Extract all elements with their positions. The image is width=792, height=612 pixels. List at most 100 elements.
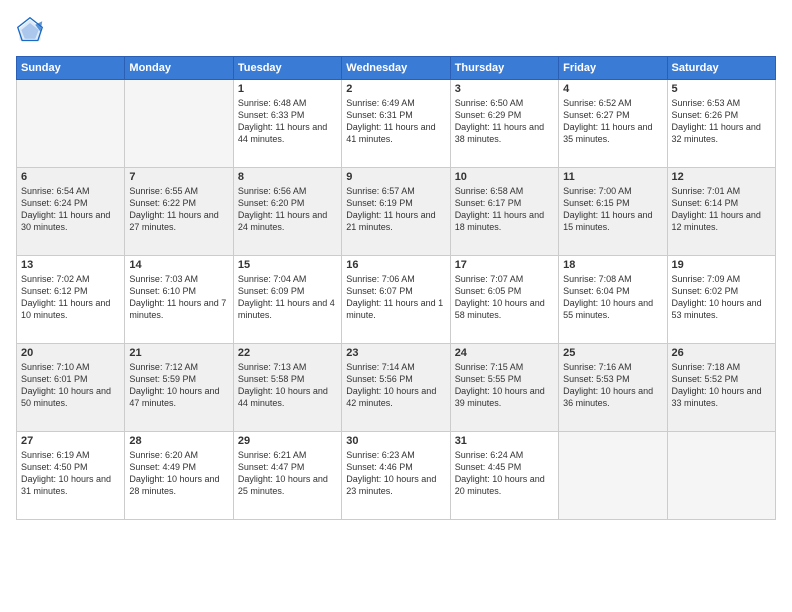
calendar-cell: 22 Sunrise: 7:13 AM Sunset: 5:58 PM Dayli… xyxy=(233,344,341,432)
day-info: Sunrise: 6:55 AM Sunset: 6:22 PM Dayligh… xyxy=(129,185,228,234)
day-info: Sunrise: 6:19 AM Sunset: 4:50 PM Dayligh… xyxy=(21,449,120,498)
calendar-cell: 17 Sunrise: 7:07 AM Sunset: 6:05 PM Dayli… xyxy=(450,256,558,344)
calendar-cell: 15Sunrise: 7:04 AM Sunset: 6:09 PM Dayli… xyxy=(233,256,341,344)
calendar-cell: 24 Sunrise: 7:15 AM Sunset: 5:55 PM Dayli… xyxy=(450,344,558,432)
day-info: Sunrise: 7:08 AM Sunset: 6:04 PM Dayligh… xyxy=(563,273,662,322)
day-number: 8 xyxy=(238,171,337,183)
calendar-cell: 8 Sunrise: 6:56 AM Sunset: 6:20 PM Daylig… xyxy=(233,168,341,256)
day-info: Sunrise: 7:09 AM Sunset: 6:02 PM Dayligh… xyxy=(672,273,771,322)
day-number: 9 xyxy=(346,171,445,183)
calendar-cell: 7 Sunrise: 6:55 AM Sunset: 6:22 PM Daylig… xyxy=(125,168,233,256)
calendar-week-row: 13 Sunrise: 7:02 AM Sunset: 6:12 PM Dayli… xyxy=(17,256,776,344)
calendar-cell: 6 Sunrise: 6:54 AM Sunset: 6:24 PM Daylig… xyxy=(17,168,125,256)
day-info: Sunrise: 7:13 AM Sunset: 5:58 PM Dayligh… xyxy=(238,361,337,410)
calendar-cell: 12 Sunrise: 7:01 AM Sunset: 6:14 PM Dayli… xyxy=(667,168,775,256)
day-number: 4 xyxy=(563,83,662,95)
day-info: Sunrise: 6:52 AM Sunset: 6:27 PM Dayligh… xyxy=(563,97,662,146)
calendar-cell: 10Sunrise: 6:58 AM Sunset: 6:17 PM Dayli… xyxy=(450,168,558,256)
day-info: Sunrise: 6:56 AM Sunset: 6:20 PM Dayligh… xyxy=(238,185,337,234)
day-info: Sunrise: 6:53 AM Sunset: 6:26 PM Dayligh… xyxy=(672,97,771,146)
day-number: 30 xyxy=(346,435,445,447)
page-header xyxy=(16,16,776,44)
calendar-cell: 14Sunrise: 7:03 AM Sunset: 6:10 PM Dayli… xyxy=(125,256,233,344)
day-number: 11 xyxy=(563,171,662,183)
day-number: 31 xyxy=(455,435,554,447)
calendar-week-row: 6 Sunrise: 6:54 AM Sunset: 6:24 PM Daylig… xyxy=(17,168,776,256)
day-info: Sunrise: 7:02 AM Sunset: 6:12 PM Dayligh… xyxy=(21,273,120,322)
day-number: 12 xyxy=(672,171,771,183)
day-number: 3 xyxy=(455,83,554,95)
calendar-cell: 27Sunrise: 6:19 AM Sunset: 4:50 PM Dayli… xyxy=(17,432,125,520)
day-number: 28 xyxy=(129,435,228,447)
day-info: Sunrise: 7:00 AM Sunset: 6:15 PM Dayligh… xyxy=(563,185,662,234)
day-number: 25 xyxy=(563,347,662,359)
calendar-cell: 29 Sunrise: 6:21 AM Sunset: 4:47 PM Dayli… xyxy=(233,432,341,520)
calendar-cell: 18Sunrise: 7:08 AM Sunset: 6:04 PM Dayli… xyxy=(559,256,667,344)
column-header-wednesday: Wednesday xyxy=(342,57,450,80)
column-header-sunday: Sunday xyxy=(17,57,125,80)
day-info: Sunrise: 6:24 AM Sunset: 4:45 PM Dayligh… xyxy=(455,449,554,498)
column-header-friday: Friday xyxy=(559,57,667,80)
calendar-cell: 5 Sunrise: 6:53 AM Sunset: 6:26 PM Daylig… xyxy=(667,80,775,168)
day-number: 1 xyxy=(238,83,337,95)
calendar-cell: 31 Sunrise: 6:24 AM Sunset: 4:45 PM Dayli… xyxy=(450,432,558,520)
day-number: 6 xyxy=(21,171,120,183)
day-info: Sunrise: 6:20 AM Sunset: 4:49 PM Dayligh… xyxy=(129,449,228,498)
calendar-week-row: 1 Sunrise: 6:48 AM Sunset: 6:33 PM Daylig… xyxy=(17,80,776,168)
day-info: Sunrise: 7:12 AM Sunset: 5:59 PM Dayligh… xyxy=(129,361,228,410)
logo-icon xyxy=(16,16,44,44)
day-number: 5 xyxy=(672,83,771,95)
day-info: Sunrise: 7:06 AM Sunset: 6:07 PM Dayligh… xyxy=(346,273,445,322)
calendar-cell: 1 Sunrise: 6:48 AM Sunset: 6:33 PM Daylig… xyxy=(233,80,341,168)
calendar-cell: 25 Sunrise: 7:16 AM Sunset: 5:53 PM Dayli… xyxy=(559,344,667,432)
day-number: 24 xyxy=(455,347,554,359)
day-info: Sunrise: 7:10 AM Sunset: 6:01 PM Dayligh… xyxy=(21,361,120,410)
day-info: Sunrise: 6:57 AM Sunset: 6:19 PM Dayligh… xyxy=(346,185,445,234)
day-number: 17 xyxy=(455,259,554,271)
day-info: Sunrise: 7:16 AM Sunset: 5:53 PM Dayligh… xyxy=(563,361,662,410)
day-info: Sunrise: 7:01 AM Sunset: 6:14 PM Dayligh… xyxy=(672,185,771,234)
day-info: Sunrise: 7:14 AM Sunset: 5:56 PM Dayligh… xyxy=(346,361,445,410)
day-info: Sunrise: 6:48 AM Sunset: 6:33 PM Dayligh… xyxy=(238,97,337,146)
calendar-cell: 16Sunrise: 7:06 AM Sunset: 6:07 PM Dayli… xyxy=(342,256,450,344)
calendar-cell: 30 Sunrise: 6:23 AM Sunset: 4:46 PM Dayli… xyxy=(342,432,450,520)
calendar-week-row: 27Sunrise: 6:19 AM Sunset: 4:50 PM Dayli… xyxy=(17,432,776,520)
calendar-cell: 11 Sunrise: 7:00 AM Sunset: 6:15 PM Dayli… xyxy=(559,168,667,256)
day-number: 21 xyxy=(129,347,228,359)
column-header-saturday: Saturday xyxy=(667,57,775,80)
day-number: 19 xyxy=(672,259,771,271)
day-info: Sunrise: 7:15 AM Sunset: 5:55 PM Dayligh… xyxy=(455,361,554,410)
day-number: 29 xyxy=(238,435,337,447)
day-info: Sunrise: 6:23 AM Sunset: 4:46 PM Dayligh… xyxy=(346,449,445,498)
day-info: Sunrise: 7:07 AM Sunset: 6:05 PM Dayligh… xyxy=(455,273,554,322)
calendar-cell: 20 Sunrise: 7:10 AM Sunset: 6:01 PM Dayli… xyxy=(17,344,125,432)
day-number: 7 xyxy=(129,171,228,183)
day-info: Sunrise: 7:03 AM Sunset: 6:10 PM Dayligh… xyxy=(129,273,228,322)
calendar-cell xyxy=(667,432,775,520)
calendar-cell: 23 Sunrise: 7:14 AM Sunset: 5:56 PM Dayli… xyxy=(342,344,450,432)
calendar-cell xyxy=(125,80,233,168)
day-number: 10 xyxy=(455,171,554,183)
day-number: 26 xyxy=(672,347,771,359)
calendar-cell xyxy=(559,432,667,520)
column-header-thursday: Thursday xyxy=(450,57,558,80)
day-number: 23 xyxy=(346,347,445,359)
day-info: Sunrise: 6:54 AM Sunset: 6:24 PM Dayligh… xyxy=(21,185,120,234)
day-info: Sunrise: 7:18 AM Sunset: 5:52 PM Dayligh… xyxy=(672,361,771,410)
day-info: Sunrise: 6:50 AM Sunset: 6:29 PM Dayligh… xyxy=(455,97,554,146)
calendar-cell: 13 Sunrise: 7:02 AM Sunset: 6:12 PM Dayli… xyxy=(17,256,125,344)
calendar-cell: 3 Sunrise: 6:50 AM Sunset: 6:29 PM Daylig… xyxy=(450,80,558,168)
logo xyxy=(16,16,48,44)
day-number: 20 xyxy=(21,347,120,359)
calendar-cell: 28 Sunrise: 6:20 AM Sunset: 4:49 PM Dayli… xyxy=(125,432,233,520)
day-info: Sunrise: 6:21 AM Sunset: 4:47 PM Dayligh… xyxy=(238,449,337,498)
calendar-week-row: 20 Sunrise: 7:10 AM Sunset: 6:01 PM Dayli… xyxy=(17,344,776,432)
calendar-table: SundayMondayTuesdayWednesdayThursdayFrid… xyxy=(16,56,776,520)
calendar-cell xyxy=(17,80,125,168)
calendar-header-row: SundayMondayTuesdayWednesdayThursdayFrid… xyxy=(17,57,776,80)
day-info: Sunrise: 7:04 AM Sunset: 6:09 PM Dayligh… xyxy=(238,273,337,322)
day-number: 22 xyxy=(238,347,337,359)
calendar-cell: 4 Sunrise: 6:52 AM Sunset: 6:27 PM Daylig… xyxy=(559,80,667,168)
calendar-cell: 21 Sunrise: 7:12 AM Sunset: 5:59 PM Dayli… xyxy=(125,344,233,432)
day-number: 13 xyxy=(21,259,120,271)
